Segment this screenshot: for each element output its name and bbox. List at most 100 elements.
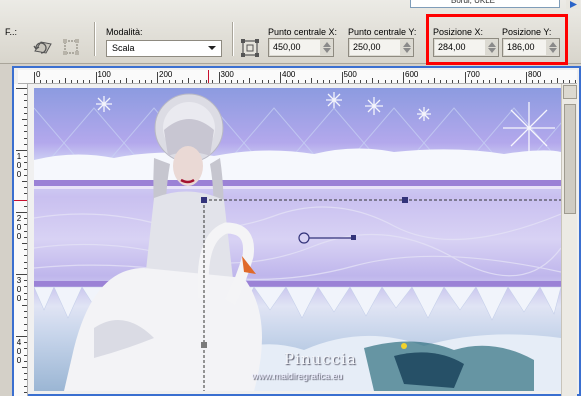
ruler-tick [24,261,27,263]
arrow-right-icon[interactable] [566,0,580,9]
ruler-tick [169,80,171,83]
ruler-tick [126,78,128,83]
ruler-tick [24,143,27,145]
deform-handle [402,197,408,203]
ruler-tick [24,187,27,189]
center-y-value[interactable]: 250,00 [350,40,400,55]
scroll-thumb[interactable] [564,104,576,214]
ruler-tick [384,80,386,83]
ruler-tick [224,80,226,83]
chevron-down-icon[interactable] [208,46,216,50]
spin-down-icon[interactable] [403,47,411,54]
reset-deform-icon[interactable] [32,36,54,58]
ruler-tick [163,80,165,83]
ruler-tick [501,80,503,83]
center-point-icon[interactable] [239,37,261,59]
ruler-tick [24,286,27,288]
ruler-tick [372,78,374,83]
ruler-tick [433,78,435,83]
ruler-tick [261,80,263,83]
ruler-tick [200,80,202,83]
ruler-tick [24,94,27,96]
ruler-tick [16,88,27,89]
ruler-tick [175,80,177,83]
ruler-tick [101,80,103,83]
ruler-tick [335,80,337,83]
ruler-tick [16,150,27,151]
ruler-tick [34,72,35,83]
ruler-tick [120,80,122,83]
ruler-tick [150,80,152,83]
toolbar-separator [232,22,234,56]
ruler-label: 0 [36,70,41,79]
ruler-tick [22,243,27,244]
center-x-label: Punto centrale X: [268,27,338,37]
ruler-tick [24,385,27,387]
ruler-tick [24,162,27,164]
ruler-tick [24,323,27,325]
ruler-tick [489,80,491,83]
ruler-tick [495,78,497,83]
center-y-field[interactable]: 250,00 [348,38,414,57]
scroll-up-button[interactable] [563,85,577,99]
apply-deform-icon[interactable] [60,36,82,58]
ruler-label: 800 [528,70,542,79]
ruler-tick [341,72,343,83]
ruler-tick [24,311,27,313]
ruler-tick [24,112,27,114]
ruler-tick [544,80,546,83]
spin-down-icon[interactable] [323,47,331,54]
ruler-label: 100 [16,152,22,179]
ruler-tick [427,80,429,83]
ruler-tick [519,80,521,83]
ruler-tick [218,72,220,83]
ruler-tick [403,72,404,83]
ruler-tick [138,80,140,83]
center-x-value[interactable]: 450,00 [270,40,320,55]
center-x-field[interactable]: 450,00 [268,38,334,57]
ruler-tick [476,80,478,83]
ruler-tick [113,80,115,83]
ruler-tick [532,80,534,83]
ruler-tick [236,80,238,83]
ruler-tick [157,72,158,83]
ruler-label: 200 [16,214,22,241]
ruler-tick [24,230,27,232]
ruler-tick [24,224,27,226]
ruler-label: 400 [282,70,296,79]
center-y-label: Punto centrale Y: [348,27,417,37]
ruler-tick [64,78,66,83]
ruler-tick [464,72,466,83]
ruler-tick [24,379,27,381]
ruler-tick [396,80,398,83]
ruler-tick [249,78,251,83]
deform-handle [201,342,207,348]
ruler-tick [323,80,325,83]
ruler-tick [107,80,109,83]
tool-options-bar: Bordi, UKLE F..: Modalità: Scala Punto c… [0,0,581,65]
ruler-tick [353,80,355,83]
ruler-label: 100 [97,70,111,79]
ruler-tick [470,80,472,83]
ruler-tick [24,267,27,269]
watermark-name: Pinuccia [284,350,357,368]
ruler-tick [58,80,60,83]
vertical-scrollbar[interactable] [561,84,577,396]
ruler-tick [16,212,27,213]
ruler-tick [409,80,411,83]
ruler-tick [46,80,48,83]
ruler-tick [24,317,27,319]
ruler-tick [24,280,27,282]
ruler-tick [273,80,275,83]
mode-select[interactable]: Scala [106,40,222,57]
ruler-tick [458,80,460,83]
ruler-label: 300 [16,276,22,303]
preset-combo[interactable]: Bordi, UKLE [410,0,560,8]
ruler-tick [255,80,257,83]
ruler-tick [24,193,27,195]
ruler-tick [193,80,195,83]
ruler-tick [24,174,27,176]
ruler-tick [95,72,97,83]
image-canvas[interactable]: Pinuccia www.maidiregrafica.eu [34,88,561,391]
rotation-handle [298,232,310,244]
